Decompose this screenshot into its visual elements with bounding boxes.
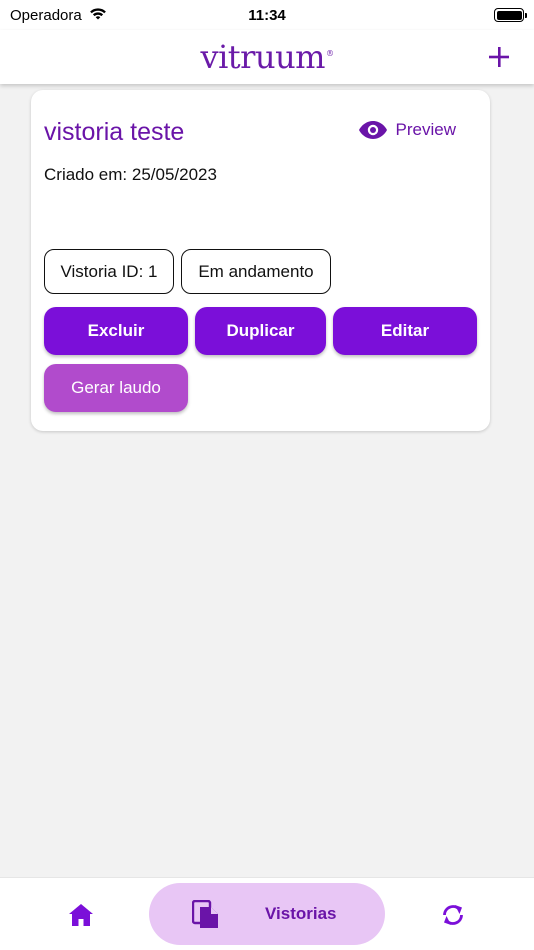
battery-fill xyxy=(496,10,522,20)
nav-home[interactable] xyxy=(68,903,94,932)
logo-text: vitruum xyxy=(200,38,326,76)
status-bar: Operadora 11:34 xyxy=(0,0,534,30)
bottom-nav: Vistorias xyxy=(0,877,534,950)
preview-button[interactable]: Preview xyxy=(358,120,456,140)
add-button[interactable] xyxy=(484,42,514,72)
eye-icon xyxy=(358,121,387,139)
generate-report-button[interactable]: Gerar laudo xyxy=(44,364,188,412)
sync-icon xyxy=(443,905,463,925)
home-icon xyxy=(69,904,93,926)
edit-button[interactable]: Editar xyxy=(333,307,477,355)
vistoria-card: vistoria teste Preview Criado em: 25/05/… xyxy=(31,90,490,431)
preview-label: Preview xyxy=(395,120,456,139)
vistoria-title: vistoria teste xyxy=(44,118,185,146)
status-left: Operadora xyxy=(10,6,108,25)
delete-button[interactable]: Excluir xyxy=(44,307,188,355)
battery-icon xyxy=(494,8,527,22)
duplicate-button[interactable]: Duplicar xyxy=(195,307,326,355)
documents-icon xyxy=(191,899,220,935)
app-header: vitruum® xyxy=(0,30,534,84)
wifi-icon xyxy=(88,6,108,25)
carrier-label: Operadora xyxy=(10,6,82,24)
nav-vistorias-label: Vistorias xyxy=(265,904,337,923)
logo-registered-mark: ® xyxy=(326,49,334,59)
plus-icon xyxy=(489,47,509,67)
status-chip: Em andamento xyxy=(181,249,331,294)
vitruum-logo: vitruum® xyxy=(200,38,334,76)
nav-sync[interactable] xyxy=(440,901,466,934)
nav-vistorias[interactable]: Vistorias xyxy=(149,883,385,945)
created-date: Criado em: 25/05/2023 xyxy=(44,165,217,184)
vistoria-id-chip: Vistoria ID: 1 xyxy=(44,249,174,294)
